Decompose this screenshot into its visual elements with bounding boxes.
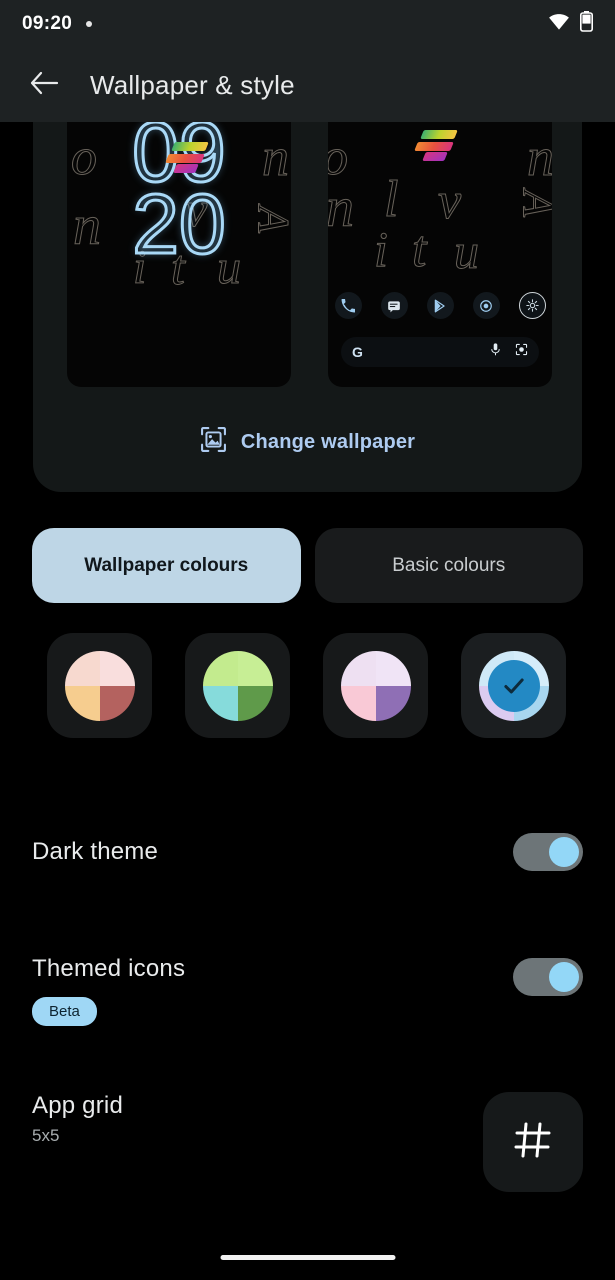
wallpaper-letter: o — [328, 128, 349, 187]
preview-thumbnails: o n n A i t u v 09 20 — [33, 122, 582, 387]
clock-minute: 20 — [131, 177, 227, 272]
setting-row-dark-theme[interactable]: Dark theme — [32, 833, 583, 871]
wallpaper-letter: n — [328, 177, 355, 240]
arrow-back-icon — [29, 70, 59, 101]
page-title: Wallpaper & style — [90, 69, 295, 100]
lens-icon[interactable] — [515, 343, 528, 361]
status-bar-right — [548, 11, 593, 37]
colour-swatch-3[interactable] — [323, 633, 428, 738]
swatch-circle — [202, 650, 273, 721]
themed-icons-label: Themed icons — [32, 955, 186, 982]
wallpaper-letter: v — [437, 173, 462, 231]
dark-theme-toggle[interactable] — [513, 833, 583, 871]
play-store-icon[interactable] — [426, 292, 454, 319]
colour-swatch-2[interactable] — [185, 633, 290, 738]
grid-icon — [512, 1119, 554, 1166]
themed-icons-toggle[interactable] — [513, 958, 583, 996]
mic-icon[interactable] — [490, 343, 501, 361]
wallpaper-style-screen: 09:20 Wallpaper & style o n n i t u v 20… — [0, 0, 615, 1280]
search-bar-icons — [490, 343, 528, 361]
change-wallpaper-button[interactable]: Change wallpaper — [33, 426, 582, 458]
app-grid-text-block: App grid 5x5 — [32, 1092, 123, 1146]
setting-row-themed-icons[interactable]: Themed icons Beta — [32, 955, 583, 1026]
back-button[interactable] — [24, 65, 64, 105]
tab-basic-colours[interactable]: Basic colours — [314, 528, 583, 603]
home-gesture-pill[interactable] — [220, 1255, 395, 1260]
wallpaper-letter: A — [513, 190, 552, 218]
wallpaper-letter: i — [374, 221, 389, 278]
wallpaper-letter: l — [383, 171, 399, 229]
tab-wallpaper-colours-label: Wallpaper colours — [84, 554, 249, 576]
home-dock — [328, 292, 552, 319]
status-bar-left: 09:20 — [22, 13, 93, 35]
themed-icons-text-block: Themed icons Beta — [32, 955, 185, 1026]
swatch-circle — [64, 650, 135, 721]
phone-icon[interactable] — [334, 292, 362, 319]
tab-wallpaper-colours[interactable]: Wallpaper colours — [32, 528, 301, 603]
app-grid-label: App grid — [32, 1092, 123, 1119]
tab-basic-colours-label: Basic colours — [392, 554, 506, 576]
status-bar-clock: 09:20 — [22, 13, 73, 34]
check-icon — [487, 659, 540, 712]
battery-icon — [580, 11, 593, 37]
settings-icon[interactable] — [518, 292, 546, 319]
swatch-circle — [340, 650, 411, 721]
wallpaper-preview-card: o n n A i t u v 09 20 — [33, 122, 582, 492]
app-bar: Wallpaper & style — [0, 48, 615, 122]
image-icon — [200, 426, 227, 458]
google-search-bar[interactable]: G — [341, 337, 539, 367]
lock-screen-preview[interactable]: o n n A i t u v 09 20 — [67, 122, 291, 387]
status-bar: 09:20 — [0, 0, 615, 48]
colour-swatch-1[interactable] — [47, 633, 152, 738]
beta-badge: Beta — [32, 997, 97, 1026]
browser-icon[interactable] — [472, 292, 500, 319]
messages-icon[interactable] — [380, 292, 408, 319]
app-grid-value: 5x5 — [32, 1126, 60, 1145]
google-logo-icon: G — [352, 344, 363, 360]
setting-row-app-grid[interactable]: App grid 5x5 — [32, 1092, 583, 1192]
notification-dot-icon — [86, 21, 93, 27]
dark-theme-label: Dark theme — [32, 838, 159, 865]
wallpaper-letter: n — [527, 127, 553, 188]
rainbow-logo-icon — [412, 130, 458, 172]
change-wallpaper-label: Change wallpaper — [240, 430, 416, 453]
wallpaper-letter: t — [411, 221, 427, 279]
rainbow-logo-icon — [163, 142, 209, 184]
wallpaper-letter: u — [454, 223, 480, 280]
colour-source-tabs: Wallpaper colours Basic colours — [32, 528, 583, 603]
app-grid-button[interactable] — [483, 1092, 583, 1192]
home-screen-preview[interactable]: o n n A l v i t u — [328, 122, 552, 387]
colour-swatch-4-selected[interactable] — [461, 633, 566, 738]
wifi-icon — [548, 13, 570, 36]
colour-swatch-list — [47, 633, 572, 738]
